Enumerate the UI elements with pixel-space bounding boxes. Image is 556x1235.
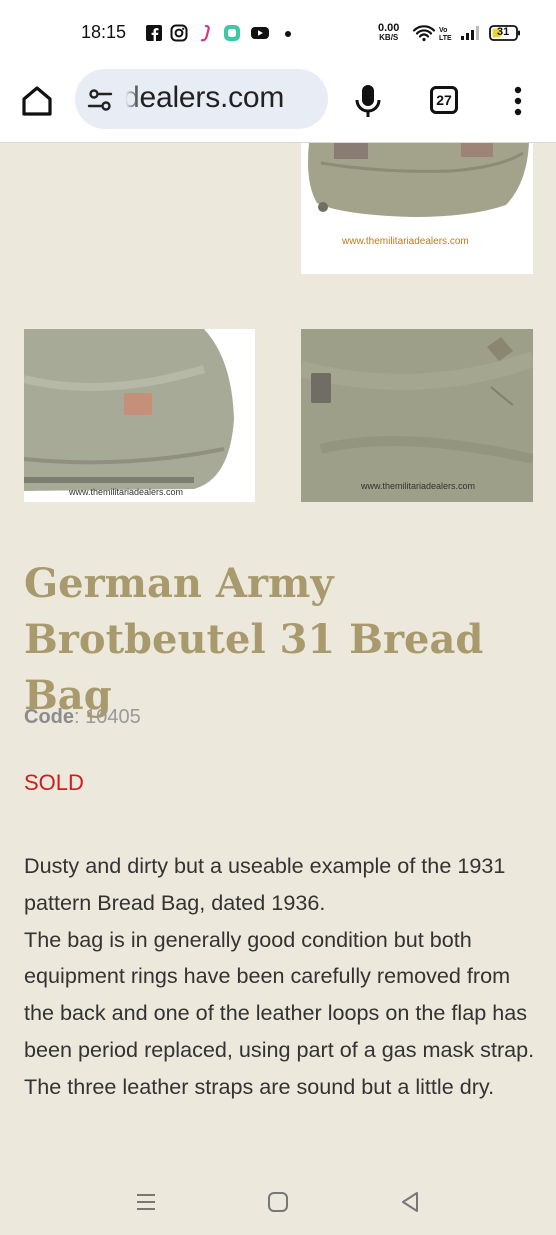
watermark-text: www.themilitariadealers.com (342, 236, 469, 247)
status-bar: 18:15 0.00 KB/S Vo LTE 31 (0, 0, 556, 68)
mic-icon[interactable] (354, 83, 382, 119)
svg-text:LTE: LTE (439, 35, 452, 42)
speed-value: 0.00 (378, 22, 400, 34)
product-photo-right[interactable]: www.themilitariadealers.com (301, 329, 533, 502)
url-fade (115, 69, 141, 129)
product-photo-left[interactable]: www.themilitariadealers.com (24, 329, 255, 502)
network-speed: 0.00 KB/S (378, 22, 400, 43)
tune-icon[interactable] (87, 87, 113, 113)
recents-icon[interactable] (134, 1190, 158, 1214)
product-code: Code: 10405 (24, 706, 141, 729)
code-value: 10405 (85, 706, 141, 728)
description-paragraph: Dusty and dirty but a useable example of… (24, 853, 506, 915)
app-icon (224, 25, 240, 41)
battery-level: 31 (497, 26, 510, 38)
instagram-icon (170, 24, 188, 42)
home-circle-icon[interactable] (266, 1190, 290, 1214)
browser-toolbar: dealers.com 27 (0, 68, 556, 143)
watermark-text: www.themilitariadealers.com (69, 487, 184, 497)
system-nav-bar (0, 1170, 556, 1235)
description-paragraph: The three leather straps are sound but a… (24, 1073, 495, 1099)
speed-unit: KB/S (379, 33, 399, 42)
code-separator: : (74, 706, 86, 728)
wifi-icon (412, 25, 436, 42)
product-description: Dusty and dirty but a useable example of… (24, 848, 536, 1106)
bag-photo-image (308, 143, 529, 217)
watermark-text: www.themilitariadealers.com (361, 481, 476, 491)
bag-photo-image (24, 329, 234, 491)
code-label: Code (24, 706, 74, 728)
address-bar[interactable]: dealers.com (75, 69, 328, 129)
volte-icon: VoLTE (439, 27, 452, 42)
back-icon[interactable] (398, 1190, 422, 1214)
youtube-icon (251, 27, 269, 39)
status-badge: SOLD (24, 770, 84, 795)
dot-icon (285, 31, 291, 37)
product-title: German Army Brotbeutel 31 Bread Bag (24, 560, 484, 719)
app-icon (200, 24, 210, 42)
facebook-icon (146, 25, 162, 41)
description-paragraph: The bag is in generally good condition b… (24, 926, 535, 1062)
more-icon[interactable] (506, 84, 530, 118)
product-photo-top[interactable]: www.themilitariadealers.com (301, 143, 533, 274)
signal-icon (461, 26, 479, 40)
url-text: dealers.com (123, 81, 285, 114)
home-icon[interactable] (20, 84, 54, 118)
tabs-icon[interactable]: 27 (430, 86, 458, 114)
svg-text:Vo: Vo (439, 27, 447, 34)
status-time: 18:15 (81, 22, 127, 42)
bag-photo-image (301, 329, 533, 502)
